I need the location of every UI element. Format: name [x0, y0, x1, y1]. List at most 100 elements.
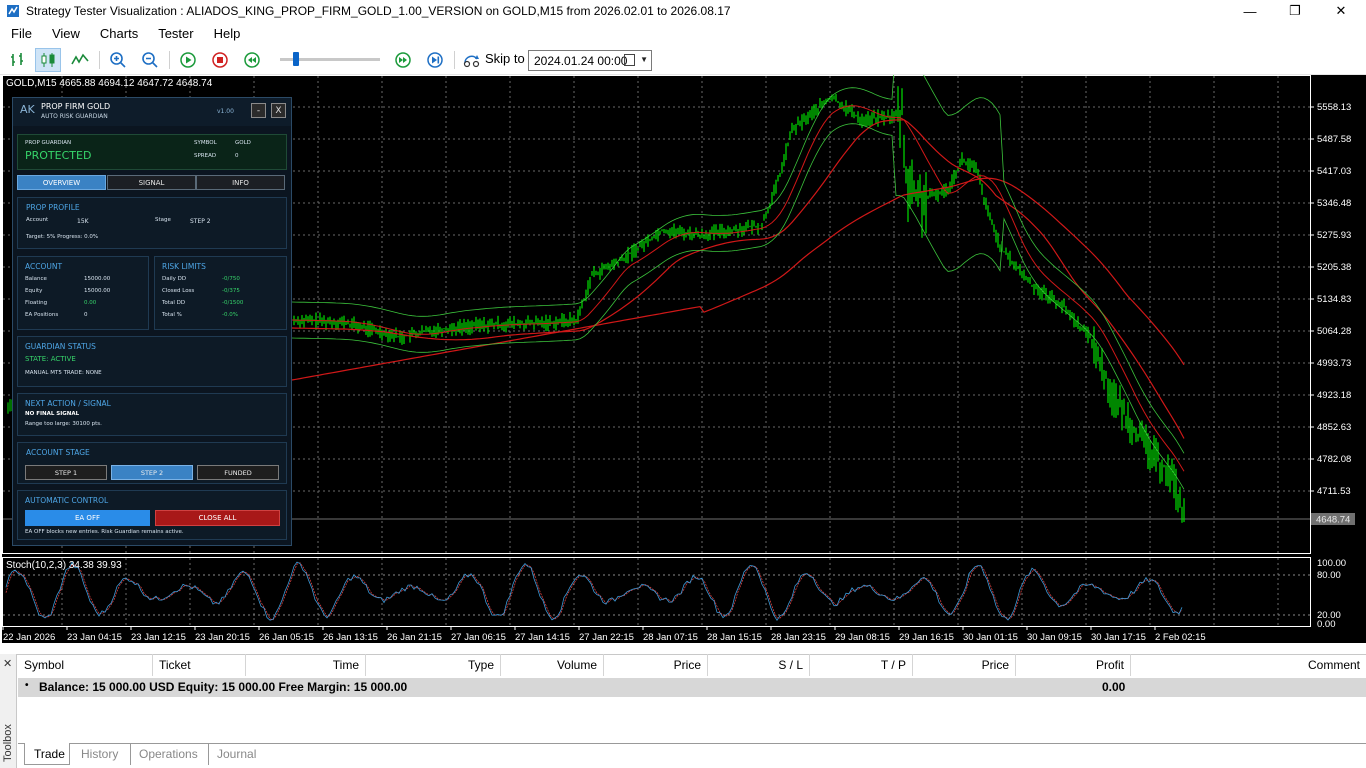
- target-progress: Target: 5% Progress: 0.0%: [26, 234, 99, 240]
- panel-minimize-button[interactable]: -: [251, 103, 266, 118]
- total-pct-label: Total %: [162, 312, 182, 318]
- tab-info[interactable]: INFO: [196, 175, 285, 190]
- fast-ma-line: [291, 105, 1185, 472]
- panel-logo: AK: [20, 103, 35, 116]
- stoch-level-label: 0.00: [1317, 619, 1336, 630]
- price-label: 5346.48: [1317, 198, 1351, 209]
- col-time[interactable]: Time: [246, 654, 366, 676]
- col-ticket[interactable]: Ticket: [153, 654, 246, 676]
- prop-firm-panel[interactable]: AK PROP FIRM GOLD AUTO RISK GUARDIAN v1.…: [12, 97, 292, 546]
- slow-ma-line: [291, 177, 1185, 381]
- control-note: EA OFF blocks new entries. Risk Guardian…: [25, 529, 184, 535]
- calendar-icon[interactable]: [624, 54, 635, 66]
- stage-step2-button[interactable]: STEP 2: [111, 465, 193, 480]
- menu-view[interactable]: View: [41, 26, 89, 41]
- price-label: 4852.63: [1317, 422, 1351, 433]
- zoom-in-icon[interactable]: [105, 48, 131, 72]
- closed-loss-value: -0/375: [222, 288, 240, 294]
- line-chart-icon[interactable]: [67, 48, 93, 72]
- menu-tester[interactable]: Tester: [147, 26, 202, 41]
- zoom-out-icon[interactable]: [137, 48, 163, 72]
- time-label: 23 Jan 04:15: [67, 632, 122, 643]
- ea-off-button[interactable]: EA OFF: [25, 510, 150, 526]
- time-label: 26 Jan 13:15: [323, 632, 378, 643]
- next-action-title: NEXT ACTION / SIGNAL: [25, 399, 111, 408]
- rewind-icon[interactable]: [239, 48, 265, 72]
- price-label: 5487.58: [1317, 134, 1351, 145]
- col-price[interactable]: Price: [604, 654, 708, 676]
- menu-help[interactable]: Help: [203, 26, 250, 41]
- daily-dd-value: -0/750: [222, 276, 240, 282]
- panel-close-button[interactable]: X: [271, 103, 286, 118]
- close-all-button[interactable]: CLOSE ALL: [155, 510, 280, 526]
- bar-chart-icon[interactable]: [5, 48, 31, 72]
- time-label: 29 Jan 16:15: [899, 632, 954, 643]
- stoch-level-label: 80.00: [1317, 570, 1341, 581]
- symbol-value: GOLD: [235, 140, 251, 146]
- toolbox-sidebar: ✕ Toolbox: [0, 654, 17, 768]
- floating-label: Floating: [25, 300, 48, 306]
- col-comment[interactable]: Comment: [1131, 654, 1366, 676]
- equity-label: Equity: [25, 288, 43, 294]
- chevron-down-icon[interactable]: ▼: [640, 55, 648, 64]
- price-label: 4923.18: [1317, 390, 1351, 401]
- time-label: 2 Feb 02:15: [1155, 632, 1206, 643]
- closed-loss-label: Closed Loss: [162, 288, 195, 294]
- fast-forward-icon[interactable]: [390, 48, 416, 72]
- tab-overview[interactable]: OVERVIEW: [17, 175, 106, 190]
- next-action-box: NEXT ACTION / SIGNAL NO FINAL SIGNAL Ran…: [17, 393, 287, 436]
- stage-label: Stage: [155, 217, 171, 223]
- total-pct-value: -0.0%: [222, 312, 238, 318]
- time-label: 27 Jan 06:15: [451, 632, 506, 643]
- lower-band-line: [291, 123, 1185, 490]
- tab-trade[interactable]: Trade: [24, 743, 70, 765]
- toolbox-label: Toolbox: [2, 724, 14, 762]
- minimize-button[interactable]: —: [1227, 0, 1273, 22]
- skip-date-input[interactable]: 2024.01.24 00:00 ▼: [528, 50, 652, 71]
- tab-signal[interactable]: SIGNAL: [107, 175, 196, 190]
- time-label: 30 Jan 01:15: [963, 632, 1018, 643]
- col-tp[interactable]: T / P: [810, 654, 913, 676]
- ea-positions-value: 0: [84, 312, 88, 318]
- maximize-button[interactable]: ❐: [1272, 0, 1318, 22]
- toolbox-close-icon[interactable]: ✕: [3, 657, 12, 670]
- price-label: 4782.08: [1317, 454, 1351, 465]
- price-label: 5558.13: [1317, 102, 1351, 113]
- panel-header[interactable]: AK PROP FIRM GOLD AUTO RISK GUARDIAN v1.…: [13, 98, 291, 126]
- skip-to-icon[interactable]: [459, 48, 485, 72]
- balance-label: Balance: [25, 276, 47, 282]
- price-label: 4993.73: [1317, 358, 1351, 369]
- col-symbol[interactable]: Symbol: [18, 654, 153, 676]
- guardian-box: PROP GUARDIAN PROTECTED SYMBOL GOLD SPRE…: [17, 134, 287, 170]
- time-label: 30 Jan 17:15: [1091, 632, 1146, 643]
- spread-value: 0: [235, 153, 239, 159]
- stoch-level-label: 100.00: [1317, 558, 1346, 569]
- tab-journal[interactable]: Journal: [217, 743, 277, 765]
- col-volume[interactable]: Volume: [501, 654, 604, 676]
- col-current-price[interactable]: Price: [913, 654, 1016, 676]
- next-action-reason: Range too large: 30100 pts.: [25, 421, 102, 427]
- col-profit[interactable]: Profit: [1016, 654, 1131, 676]
- guardian-state: PROTECTED: [25, 149, 92, 162]
- stage-step1-button[interactable]: STEP 1: [25, 465, 107, 480]
- close-button[interactable]: ✕: [1318, 0, 1364, 22]
- time-label: 23 Jan 12:15: [131, 632, 186, 643]
- balance-row[interactable]: • Balance: 15 000.00 USD Equity: 15 000.…: [18, 678, 1366, 697]
- tab-history[interactable]: History: [81, 743, 131, 765]
- col-sl[interactable]: S / L: [708, 654, 810, 676]
- upper-band-line: [291, 75, 1185, 454]
- menu-charts[interactable]: Charts: [89, 26, 147, 41]
- automatic-control-title: AUTOMATIC CONTROL: [25, 496, 109, 505]
- col-type[interactable]: Type: [366, 654, 501, 676]
- stop-icon[interactable]: [207, 48, 233, 72]
- tab-operations[interactable]: Operations: [139, 743, 209, 765]
- candlestick-icon[interactable]: [35, 48, 61, 72]
- speed-slider-thumb[interactable]: [293, 52, 299, 66]
- total-dd-label: Total DD: [162, 300, 186, 306]
- panel-subtitle: AUTO RISK GUARDIAN: [41, 113, 108, 120]
- step-forward-icon[interactable]: [422, 48, 448, 72]
- play-icon[interactable]: [175, 48, 201, 72]
- stage-funded-button[interactable]: FUNDED: [197, 465, 279, 480]
- risk-limits-box: RISK LIMITS Daily DD -0/750 Closed Loss …: [154, 256, 287, 330]
- menu-file[interactable]: File: [0, 26, 41, 41]
